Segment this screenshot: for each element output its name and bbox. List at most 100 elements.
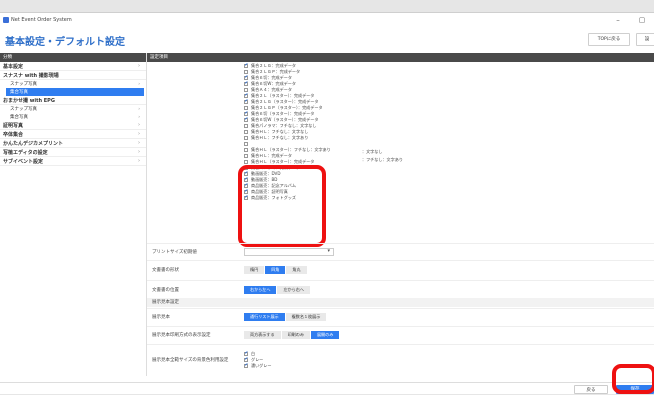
checkbox-checked[interactable] [244,76,248,80]
text-shape-row: 文書書の形状 楕円 四角 角丸 [147,260,654,279]
chevron-right-icon: › [138,81,140,87]
overlay-label: ：フチなし：文字あり [362,157,403,162]
bg-color-label: 展示見本全範サイズの背景色利用設定 [152,357,229,363]
sidebar-item[interactable]: かんたんデジカメプリント › [0,139,146,148]
minimize-button[interactable]: – [606,13,630,27]
maximize-button[interactable]: ▢ [630,13,654,27]
text-position-label: 文書書の位置 [152,287,179,293]
overlay-labels: ：文字なし ：フチなし：文字あり [362,148,403,164]
checkbox-label: 集合ＨＬ：フチなし：文字あり [251,135,309,140]
bg-color-row: 展示見本全範サイズの背景色利用設定 白グレー濃いグレー [147,344,654,374]
sidebar-item[interactable]: スナップ写真 › [0,105,146,113]
text-position-segment: 右から左へ 左から右へ [244,285,311,294]
sidebar-item-label: サブイベント設定 [3,158,44,165]
text-position-row: 文書書の位置 右から左へ 左から右へ [147,280,654,298]
checkbox-unchecked[interactable] [244,154,248,158]
page-title: 基本設定・デフォルト設定 [5,36,125,48]
sidebar-item[interactable]: 証明写真 › [0,121,146,130]
checkbox-checked[interactable] [244,118,248,122]
top-button[interactable]: TOPに戻る [588,33,630,46]
checkbox-unchecked[interactable] [244,106,248,110]
print-size-row: プリントサイズ初期値 [147,243,654,259]
settings-panel: 設定項目 集合２ＬＧ：完成データ集合２ＬＧＰ：完成データ集合６切：完成データ集合… [147,53,654,376]
checkbox-unchecked[interactable] [244,136,248,140]
sidebar-item-label: 基本設定 [3,63,24,70]
checkbox-checked[interactable] [244,363,248,368]
chevron-right-icon: › [138,158,140,164]
segment-option[interactable]: 角丸 [286,266,308,274]
sample-print-row: 展示見本印刷方式の表示設定 両方表示する 印刷のみ 展開のみ [147,326,654,343]
sidebar: 分類 基本設定 › スナスナ with 撮影現場 スナップ写真 › 集合写真 おまかせ撮 w… [0,53,147,376]
bg-color-label: 濃いグレー [251,362,272,368]
sample-print-segment: 両方表示する 印刷のみ 展開のみ [244,331,341,339]
chevron-right-icon: › [138,149,140,155]
sidebar-nav: 基本設定 › スナスナ with 撮影現場 スナップ写真 › 集合写真 おまかせ撮 with… [0,62,146,166]
sidebar-item-label: かんたんデジカメプリント [3,140,64,147]
segment-option[interactable]: 右から左へ [244,285,278,294]
checkbox-unchecked[interactable] [244,142,248,146]
section-display-settings: 展示見本設定 [147,298,654,307]
segment-option[interactable]: 左から右へ [277,285,311,294]
bg-color-checkboxes: 白グレー濃いグレー [244,351,271,369]
settings-button[interactable]: 設 [636,33,654,46]
highlight-box-save [612,364,654,394]
checkbox-unchecked[interactable] [244,70,248,74]
overlay-label: ：文字なし [362,149,383,154]
sidebar-item-label: スナップ写真 [10,82,37,87]
sample-label: 展示見本 [152,315,170,320]
text-shape-segment: 楕円 四角 角丸 [244,266,308,274]
sidebar-item[interactable]: 集合写真 › [0,113,146,121]
bg-color-option: 濃いグレー [244,363,271,369]
checkbox-unchecked[interactable] [244,148,248,152]
checkbox-checked[interactable] [244,100,248,104]
checkbox-unchecked[interactable] [244,130,248,134]
segment-option[interactable]: 通行リスト展示 [244,313,286,321]
sidebar-item-label: スナスナ with 撮影現場 [3,72,59,79]
checkbox-checked[interactable] [244,94,248,98]
sidebar-item[interactable]: 基本設定 › [0,62,146,71]
checkbox-checked[interactable] [244,82,248,86]
sidebar-item[interactable]: スナスナ with 撮影現場 [0,71,146,80]
sidebar-item-label: スナップ写真 [10,107,37,112]
sidebar-item[interactable]: 写植エディタの設定 › [0,148,146,157]
segment-option[interactable]: 四角 [265,266,287,274]
checkbox-unchecked[interactable] [244,124,248,128]
title-bar: Net Event Order System – ▢ [0,13,654,27]
text-shape-label: 文書書の形状 [152,268,179,273]
checkbox-checked[interactable] [244,112,248,116]
sidebar-item[interactable]: サブイベント設定 › [0,157,146,166]
app-title: Net Event Order System [11,17,72,23]
sample-print-label: 展示見本印刷方式の表示設定 [152,333,211,338]
print-size-select[interactable] [244,247,334,256]
segment-option[interactable]: 楕円 [244,266,266,274]
sidebar-item-label: おまかせ撮 with EPG [3,97,55,104]
segment-option[interactable]: 展開のみ [310,331,341,339]
sidebar-item-label: 写植エディタの設定 [3,149,48,156]
app-icon [3,17,9,23]
segment-option[interactable]: 複数名１枚展示 [285,313,328,321]
sidebar-item-label: 集合写真 [10,115,28,120]
window-controls: – ▢ [606,13,654,27]
app-window: Net Event Order System – ▢ 基本設定・デフォルト設定 … [0,12,654,394]
segment-option[interactable]: 両方表示する [244,331,282,339]
chevron-right-icon: › [138,140,140,146]
sidebar-item-label: 卒体集合 [3,131,24,138]
checkbox-checked[interactable] [244,357,248,362]
sidebar-item[interactable]: 卒体集合 › [0,130,146,139]
sidebar-item[interactable]: スナップ写真 › [0,80,146,88]
highlight-box-list [238,165,326,247]
chevron-right-icon: › [138,122,140,128]
checkbox-checked[interactable] [244,64,248,68]
checkbox-unchecked[interactable] [244,160,248,164]
footer-bar: 戻る 保存 [0,382,654,394]
segment-option[interactable]: 印刷のみ [281,331,311,339]
sidebar-item[interactable]: 集合写真 [6,88,144,96]
settings-header: 設定項目 [147,53,654,62]
checkbox-checked[interactable] [244,351,248,356]
sidebar-item[interactable]: おまかせ撮 with EPG [0,96,146,105]
sample-row: 展示見本 通行リスト展示 複数名１枚展示 [147,308,654,325]
print-size-label: プリントサイズ初期値 [152,249,197,255]
chevron-right-icon: › [138,63,140,69]
sample-segment: 通行リスト展示 複数名１枚展示 [244,313,328,321]
checkbox-unchecked[interactable] [244,88,248,92]
